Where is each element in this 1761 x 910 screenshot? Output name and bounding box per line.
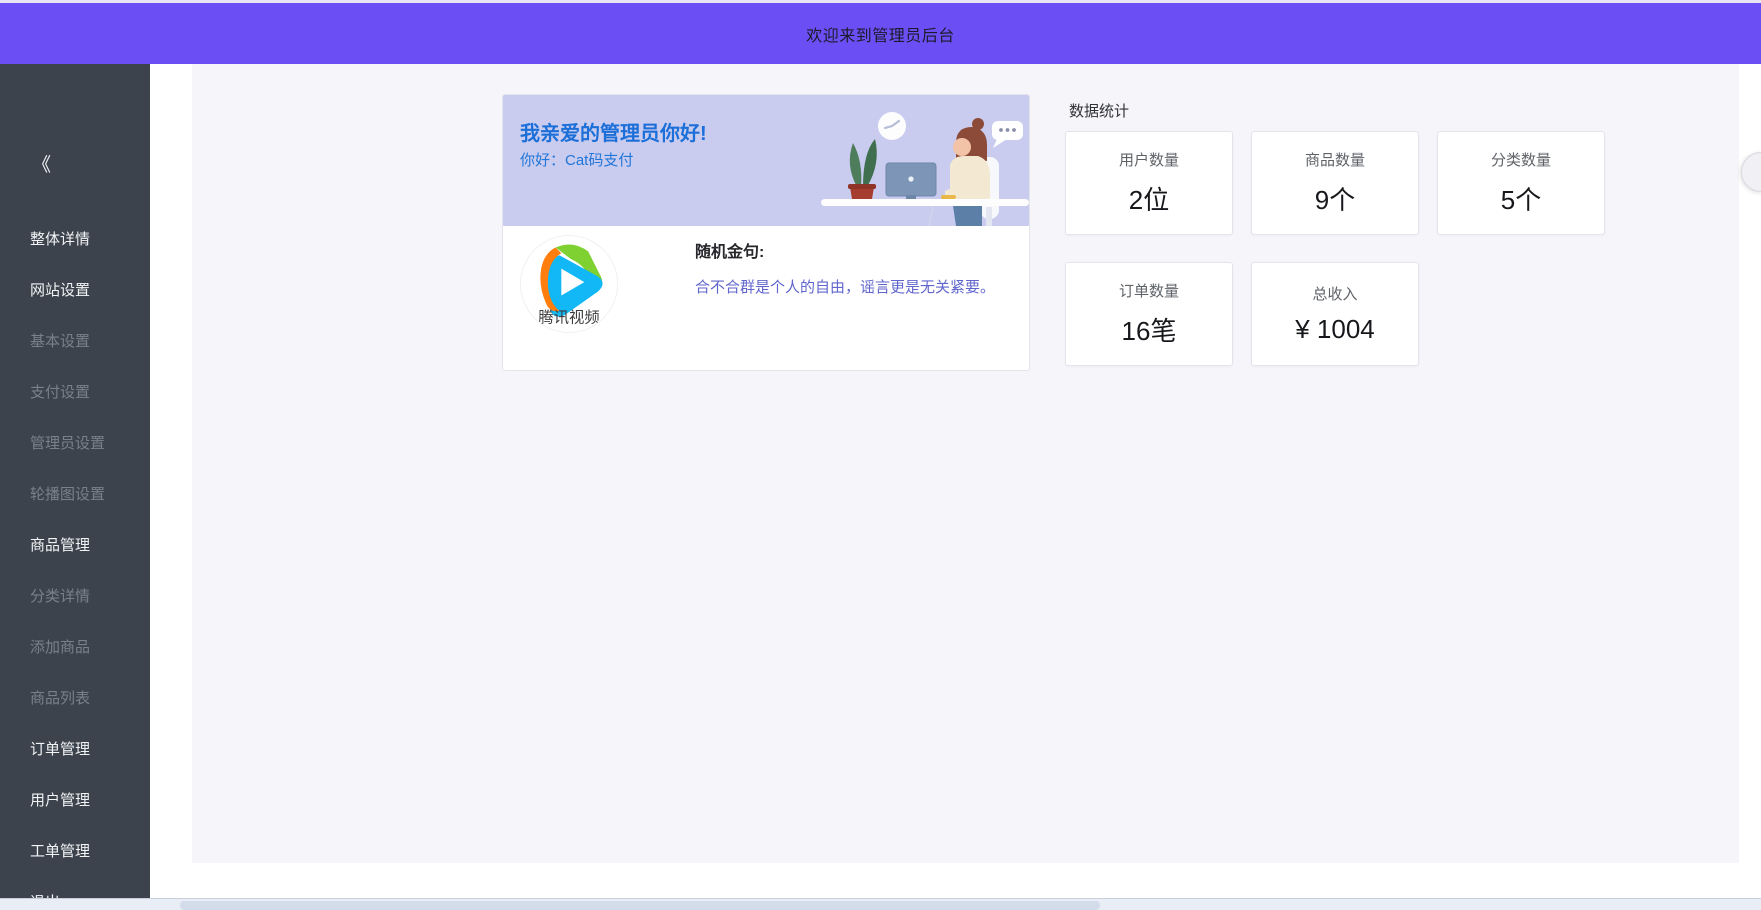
- quote-text: 合不合群是个人的自由，谣言更是无关紧要。: [695, 276, 995, 301]
- desk: [821, 199, 1029, 226]
- welcome-banner: 我亲爱的管理员你好! 你好：Cat码支付: [503, 95, 1029, 226]
- stat-label: 总收入: [1312, 283, 1357, 304]
- sidebar-collapse-icon[interactable]: 《: [32, 150, 51, 177]
- stat-card-revenue: 总收入 ¥ 1004: [1251, 262, 1419, 366]
- sidebar-item-user-mgmt[interactable]: 用户管理: [30, 789, 90, 810]
- clock-icon: [878, 112, 906, 140]
- monitor: [886, 163, 936, 200]
- stat-value: 16笔: [1122, 311, 1177, 348]
- horizontal-scrollbar-thumb[interactable]: [180, 901, 1100, 910]
- sidebar: 《 整体详情 网站设置 基本设置 支付设置 管理员设置 轮播图设置 商品管理 分…: [0, 64, 150, 903]
- stat-value: 5个: [1501, 180, 1541, 217]
- stat-card-users: 用户数量 2位: [1065, 131, 1233, 235]
- stat-value: ¥ 1004: [1295, 314, 1375, 345]
- sidebar-item-add-product[interactable]: 添加商品: [30, 636, 90, 657]
- stat-card-categories: 分类数量 5个: [1437, 131, 1605, 235]
- logo-text: 腾讯视频: [538, 308, 599, 326]
- stat-value: 2位: [1129, 180, 1169, 217]
- person: [945, 118, 990, 226]
- play-icon: 腾讯视频: [521, 236, 617, 332]
- tencent-video-logo: 腾讯视频: [521, 236, 617, 332]
- stat-label: 用户数量: [1119, 149, 1179, 170]
- page-title: 欢迎来到管理员后台: [806, 22, 955, 46]
- sidebar-item-product-mgmt[interactable]: 商品管理: [30, 534, 90, 555]
- quote-label: 随机金句:: [695, 238, 764, 262]
- chair: [980, 157, 999, 226]
- header-bar: 欢迎来到管理员后台: [0, 3, 1761, 64]
- keyboard: [941, 195, 956, 199]
- stat-label: 分类数量: [1491, 149, 1551, 170]
- stat-label: 订单数量: [1119, 280, 1179, 301]
- sidebar-item-carousel-settings[interactable]: 轮播图设置: [30, 483, 105, 504]
- speech-bubble-icon: [992, 121, 1023, 148]
- sidebar-item-admin-settings[interactable]: 管理员设置: [30, 432, 105, 453]
- stat-label: 商品数量: [1305, 149, 1365, 170]
- quote-section: 腾讯视频 随机金句: 合不合群是个人的自由，谣言更是无关紧要。: [503, 226, 1029, 371]
- horizontal-scrollbar[interactable]: [0, 898, 1761, 910]
- welcome-title: 我亲爱的管理员你好!: [520, 117, 707, 146]
- sidebar-item-ticket-mgmt[interactable]: 工单管理: [30, 840, 90, 861]
- sidebar-item-site-settings[interactable]: 网站设置: [30, 279, 90, 300]
- sidebar-item-overview[interactable]: 整体详情: [30, 228, 90, 249]
- stats-title: 数据统计: [1069, 100, 1129, 121]
- sidebar-item-product-list[interactable]: 商品列表: [30, 687, 90, 708]
- stat-value: 9个: [1315, 180, 1355, 217]
- sidebar-item-basic-settings[interactable]: 基本设置: [30, 330, 90, 351]
- sidebar-item-order-mgmt[interactable]: 订单管理: [30, 738, 90, 759]
- welcome-card: 我亲爱的管理员你好! 你好：Cat码支付 腾讯视频 随机金句: 合不合群是个人的…: [502, 94, 1030, 371]
- sidebar-item-category-detail[interactable]: 分类详情: [30, 585, 90, 606]
- welcome-greeting: 你好：Cat码支付: [520, 149, 633, 170]
- sidebar-item-pay-settings[interactable]: 支付设置: [30, 381, 90, 402]
- edge-toggle-button[interactable]: [1741, 152, 1761, 192]
- admin-dashboard: 欢迎来到管理员后台 《 整体详情 网站设置 基本设置 支付设置 管理员设置 轮播…: [0, 0, 1761, 910]
- stat-card-products: 商品数量 9个: [1251, 131, 1419, 235]
- stat-card-orders: 订单数量 16笔: [1065, 262, 1233, 366]
- plant: [848, 139, 877, 205]
